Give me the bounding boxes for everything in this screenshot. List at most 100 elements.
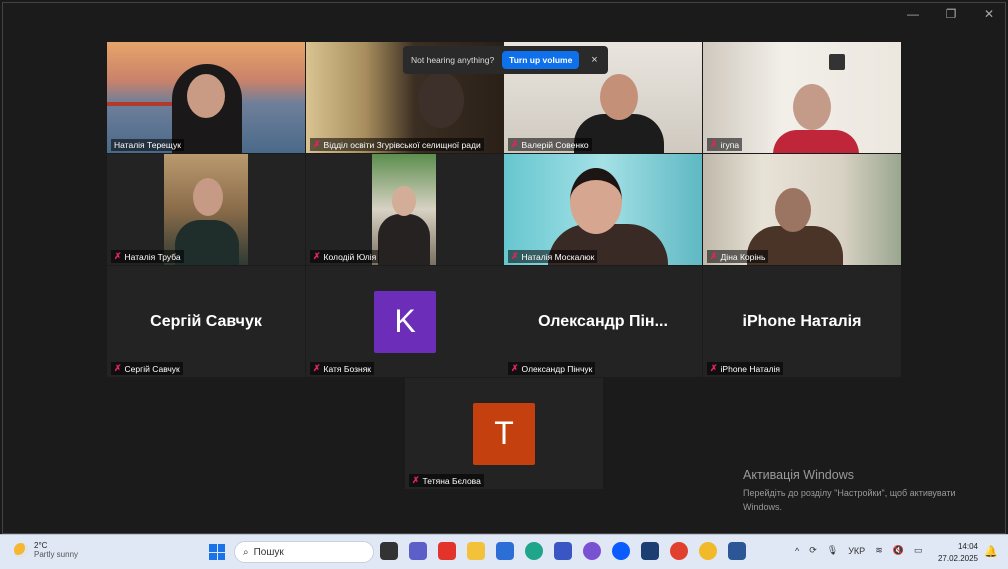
participant-tile[interactable]: iPhone Наталія ✗ iPhone Наталія: [703, 266, 901, 377]
date: 27.02.2025: [937, 554, 978, 563]
participant-tile[interactable]: Сергій Савчук ✗ Сергій Савчук: [107, 266, 305, 377]
participant-display-name: Сергій Савчук: [150, 312, 262, 330]
participant-display-name: iPhone Наталія: [742, 312, 862, 330]
partly-sunny-icon: [14, 543, 28, 557]
wifi-icon[interactable]: ≋: [875, 545, 883, 556]
search-box[interactable]: ⌕ Пошук: [234, 541, 374, 563]
anydesk-icon[interactable]: [438, 542, 456, 560]
participant-name: Колодій Юлія: [323, 251, 377, 262]
participant-tile[interactable]: K ✗ Катя Бозняк: [306, 266, 504, 377]
mic-icon[interactable]: 🎙: [827, 545, 838, 556]
weather-temp: 2°C: [34, 541, 48, 550]
mic-muted-icon: ✗: [710, 139, 718, 149]
restore-button[interactable]: ❐: [943, 7, 959, 21]
search-placeholder: Пошук: [253, 546, 284, 558]
mic-muted-icon: ✗: [114, 363, 122, 373]
mic-muted-icon: ✗: [511, 363, 519, 373]
weather-condition: Partly sunny: [34, 550, 79, 559]
participant-name: Наталія Труба: [124, 251, 181, 262]
participant-name: ігупа: [720, 139, 740, 150]
system-tray: ^ ⟳ 🎙 УКР ≋ 🔇 ▭: [795, 545, 922, 556]
clock-image: [829, 54, 845, 70]
participant-tile[interactable]: Олександр Пін... ✗ Олександр Пінчук: [504, 266, 702, 377]
avatar: T: [473, 402, 535, 465]
face: [187, 74, 225, 118]
participant-name: Відділ освіти Згурівської селищної ради: [323, 139, 481, 150]
close-icon[interactable]: ×: [591, 54, 597, 66]
taskbar: 2°C Partly sunny ⌕ Пошук ^ ⟳ 🎙 УКР ≋ 🔇 ▭…: [0, 534, 1008, 569]
speaker-muted-icon[interactable]: 🔇: [893, 545, 904, 556]
participant-tile[interactable]: ✗ Наталія Труба: [107, 154, 305, 265]
close-window-button[interactable]: ✕: [981, 7, 997, 21]
mic-muted-icon: ✗: [511, 139, 519, 149]
activation-line2: Windows.: [743, 502, 783, 512]
participant-name: Сергій Савчук: [124, 363, 180, 374]
participant-tile[interactable]: ✗ Наталія Москалюк: [504, 154, 702, 265]
language-indicator[interactable]: УКР: [848, 546, 865, 556]
participant-name: Тетяна Бєлова: [422, 475, 481, 486]
mic-muted-icon: ✗: [313, 363, 321, 373]
notification-bell-icon[interactable]: 🔔: [984, 545, 998, 558]
pinned-apps: [380, 542, 746, 560]
avatar: K: [374, 290, 436, 353]
face: [600, 74, 638, 120]
participant-tile[interactable]: Наталія Терещук: [107, 42, 305, 153]
activation-line1: Перейдіть до розділу "Настройки", щоб ак…: [743, 488, 956, 498]
turn-up-volume-button[interactable]: Turn up volume: [502, 51, 580, 69]
windows-start-icon[interactable]: [209, 544, 225, 560]
sync-icon[interactable]: ⟳: [809, 545, 817, 556]
face: [775, 188, 811, 232]
participant-name: Наталія Терещук: [114, 140, 181, 150]
person-silhouette: [175, 220, 239, 265]
minimize-button[interactable]: —: [905, 7, 921, 21]
chrome-profile-icon[interactable]: [699, 542, 717, 560]
participant-name: iPhone Наталія: [720, 363, 781, 374]
file-explorer-icon[interactable]: [467, 542, 485, 560]
participant-name: Наталія Москалюк: [521, 251, 595, 262]
participant-name: Катя Бозняк: [323, 363, 372, 374]
teamviewer-icon[interactable]: [641, 542, 659, 560]
participant-tile[interactable]: ✗ Колодій Юлія: [306, 154, 504, 265]
meet-icon[interactable]: [409, 542, 427, 560]
weather-widget[interactable]: 2°C Partly sunny: [14, 541, 78, 559]
participant-tile[interactable]: T ✗ Тетяна Бєлова: [405, 378, 603, 489]
clock[interactable]: 14:04 27.02.2025: [938, 541, 978, 565]
participant-display-name: Олександр Пін...: [538, 312, 668, 330]
mic-muted-icon: ✗: [511, 251, 519, 261]
participant-tile[interactable]: ✗ ігупа: [703, 42, 901, 153]
save-icon[interactable]: [554, 542, 572, 560]
activation-title: Активація Windows: [743, 468, 854, 482]
face: [570, 168, 622, 234]
mic-muted-icon: ✗: [313, 251, 321, 261]
time: 14:04: [957, 542, 978, 551]
store-icon[interactable]: [496, 542, 514, 560]
mic-muted-icon: ✗: [710, 251, 718, 261]
battery-icon[interactable]: ▭: [914, 545, 923, 556]
participant-name: Олександр Пінчук: [521, 363, 593, 374]
zoom-icon[interactable]: [612, 542, 630, 560]
participant-name: Діна Корінь: [720, 251, 766, 262]
viber-icon[interactable]: [583, 542, 601, 560]
audio-banner: Not hearing anything? Turn up volume ×: [403, 46, 608, 74]
banner-text: Not hearing anything?: [411, 55, 495, 65]
person-silhouette: [378, 214, 430, 265]
mic-muted-icon: ✗: [710, 363, 718, 373]
participant-name: Валерій Совенко: [521, 139, 589, 150]
participant-tile[interactable]: ✗ Діна Корінь: [703, 154, 901, 265]
face: [418, 72, 464, 128]
edge-icon[interactable]: [525, 542, 543, 560]
task-view-icon[interactable]: [380, 542, 398, 560]
chevron-up-icon[interactable]: ^: [795, 546, 799, 556]
window-controls: — ❐ ✕: [905, 7, 997, 21]
mic-muted-icon: ✗: [313, 139, 321, 149]
face: [392, 186, 416, 216]
face: [193, 178, 223, 216]
face: [793, 84, 831, 130]
chrome-icon[interactable]: [670, 542, 688, 560]
mic-muted-icon: ✗: [114, 251, 122, 261]
windows-activation-watermark: Активація Windows Перейдіть до розділу "…: [743, 468, 956, 514]
mic-muted-icon: ✗: [412, 475, 420, 485]
person-silhouette: [773, 130, 859, 153]
search-icon: ⌕: [243, 546, 249, 558]
word-icon[interactable]: [728, 542, 746, 560]
